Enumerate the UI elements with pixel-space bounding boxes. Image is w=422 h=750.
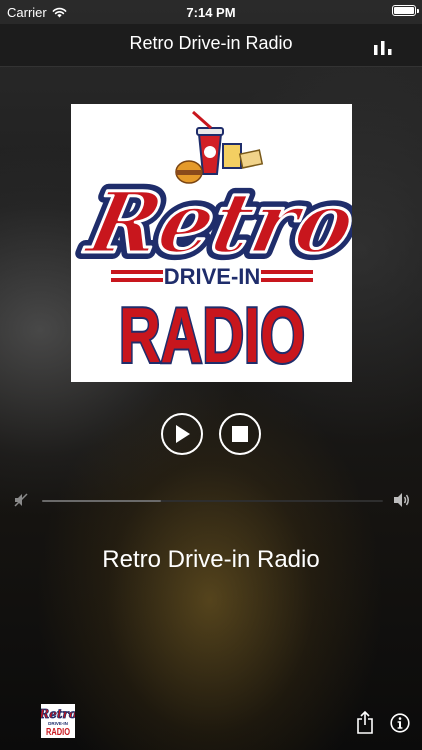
- station-artwork: Retro Retro DRIVE-IN RADIO: [71, 104, 370, 382]
- thumbnail-logo: Retro DRIVE-IN RADIO: [38, 707, 77, 738]
- logo-drive-in-text: DRIVE-IN: [164, 264, 261, 289]
- share-icon[interactable]: [356, 710, 374, 734]
- logo-radio-text: RADIO: [119, 291, 305, 379]
- clock: 7:14 PM: [186, 5, 236, 20]
- now-playing-station: Retro Drive-in Radio: [102, 546, 320, 573]
- logo-retro-text: Retro: [78, 174, 352, 273]
- navigation-bar: Retro Drive-in Radio: [0, 24, 422, 67]
- volume-slider[interactable]: [42, 500, 383, 502]
- status-bar: Carrier 7:14 PM: [0, 0, 422, 24]
- station-thumbnail[interactable]: Retro DRIVE-IN RADIO: [38, 704, 77, 738]
- snack-decoration: [175, 110, 264, 184]
- thumb-drive-in-text: DRIVE-IN: [48, 721, 68, 726]
- nav-title: Retro Drive-in Radio: [129, 33, 293, 53]
- volume-level-fill: [42, 500, 162, 502]
- app-screen: Carrier 7:14 PM Retro Drive-in Radio Ret…: [0, 0, 422, 750]
- volume-mute-icon: [14, 493, 28, 507]
- thumb-radio-text: RADIO: [46, 727, 70, 738]
- info-icon[interactable]: [390, 713, 410, 733]
- retro-drive-in-radio-logo: Retro Retro DRIVE-IN RADIO: [71, 110, 370, 381]
- battery-icon: [392, 5, 419, 16]
- play-button[interactable]: [161, 413, 203, 455]
- volume-high-icon: [394, 493, 409, 507]
- stop-icon: [232, 426, 248, 442]
- stop-button[interactable]: [219, 413, 261, 455]
- play-icon: [176, 425, 190, 443]
- equalizer-icon[interactable]: [372, 39, 394, 55]
- thumb-retro-text: Retro: [41, 707, 75, 721]
